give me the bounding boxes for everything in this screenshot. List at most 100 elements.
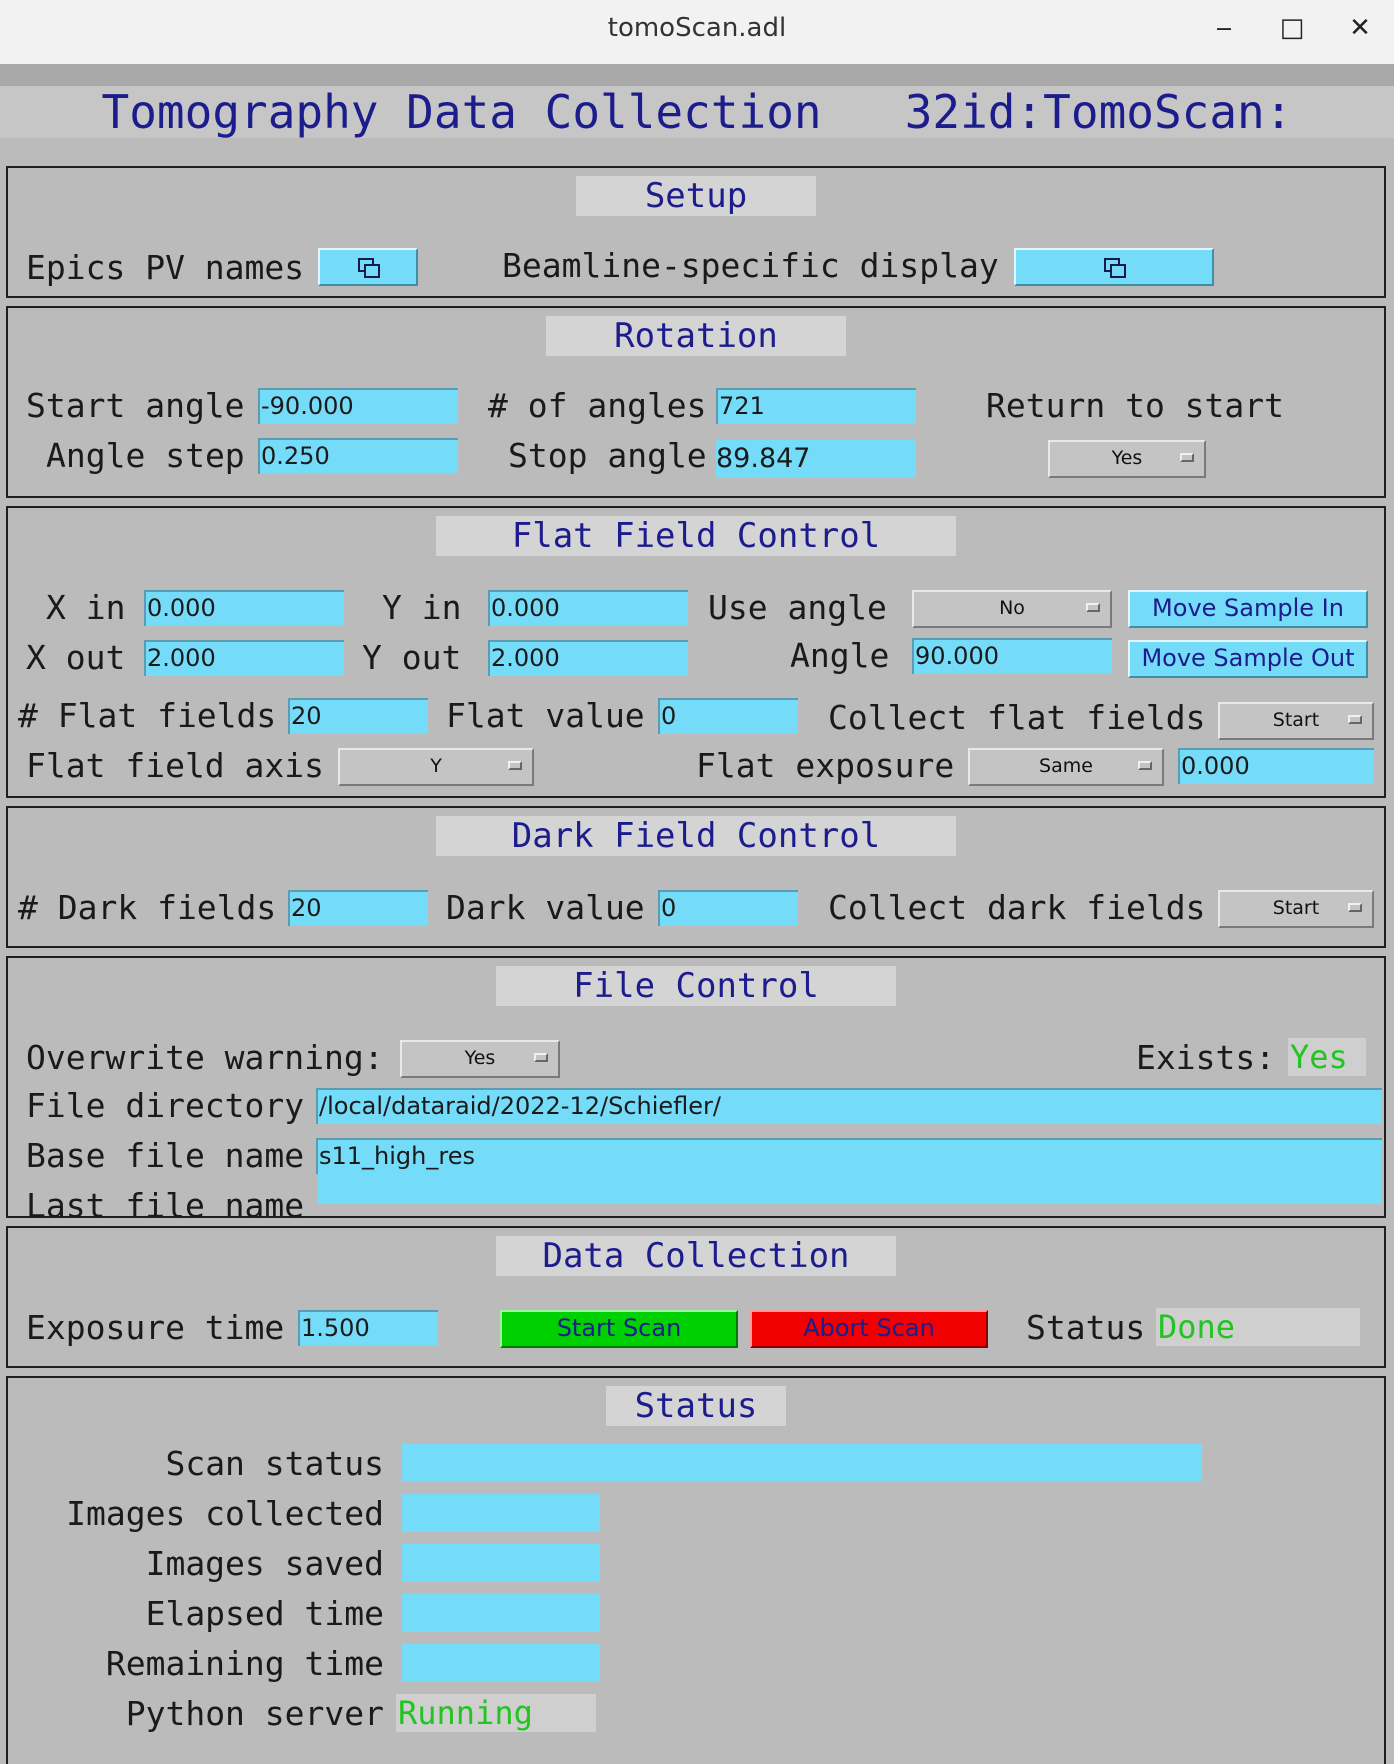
flat-value-label: Flat value: [446, 696, 645, 735]
data-collection-heading: Data Collection: [496, 1236, 896, 1276]
scan-status-label: Scan status: [165, 1444, 384, 1483]
data-collection-section: Data Collection Exposure time 1.500 Star…: [6, 1226, 1386, 1368]
start-angle-input[interactable]: -90.000: [258, 388, 458, 424]
close-icon[interactable]: ✕: [1340, 10, 1380, 46]
pv-prefix: 32id:TomoScan:: [904, 85, 1293, 139]
return-to-start-menu[interactable]: Yes: [1048, 440, 1206, 478]
num-angles-label: # of angles: [488, 386, 707, 425]
last-file-name-value: [318, 1170, 1382, 1204]
file-control-heading: File Control: [496, 966, 896, 1006]
page-title-text: Tomography Data Collection: [101, 85, 822, 139]
remaining-time-label: Remaining time: [105, 1644, 384, 1683]
dark-value-input[interactable]: 0: [658, 890, 798, 926]
y-in-label: Y in: [382, 588, 462, 627]
images-saved-label: Images saved: [145, 1544, 384, 1583]
menu-indicator-icon: [1348, 903, 1362, 912]
move-sample-in-button[interactable]: Move Sample In: [1128, 590, 1368, 628]
return-to-start-value: Yes: [1111, 447, 1143, 469]
abort-scan-button[interactable]: Abort Scan: [750, 1310, 988, 1348]
scan-status-value: [402, 1444, 1202, 1482]
collect-dark-fields-value: Start: [1272, 897, 1320, 919]
elapsed-time-value: [402, 1594, 600, 1632]
return-to-start-label: Return to start: [986, 386, 1285, 425]
minimize-icon[interactable]: ‒: [1204, 10, 1244, 46]
flat-field-axis-value: Y: [430, 755, 442, 777]
menu-indicator-icon: [1086, 603, 1100, 612]
related-display-icon: [358, 258, 380, 278]
use-angle-value: No: [999, 597, 1025, 619]
flat-exposure-menu[interactable]: Same: [968, 748, 1164, 786]
num-dark-fields-input[interactable]: 20: [288, 890, 428, 926]
page-title: Tomography Data Collection 32id:TomoScan…: [0, 86, 1394, 138]
num-flat-fields-label: # Flat fields: [18, 696, 277, 735]
elapsed-time-label: Elapsed time: [145, 1594, 384, 1633]
images-saved-value: [402, 1544, 600, 1582]
angle-label: Angle: [790, 636, 890, 675]
dark-field-section: Dark Field Control # Dark fields 20 Dark…: [6, 806, 1386, 948]
overwrite-warning-value: Yes: [464, 1047, 496, 1069]
python-server-label: Python server: [125, 1694, 384, 1733]
status-section: Status Scan status Images collected Imag…: [6, 1376, 1386, 1764]
stop-angle-value: 89.847: [716, 440, 916, 478]
collect-dark-fields-label: Collect dark fields: [828, 888, 1206, 927]
menu-indicator-icon: [1180, 453, 1194, 462]
exists-label: Exists:: [1136, 1038, 1276, 1077]
angle-input[interactable]: 90.000: [912, 638, 1112, 674]
menu-indicator-icon: [534, 1053, 548, 1062]
header-band: [0, 64, 1394, 86]
file-directory-input[interactable]: /local/dataraid/2022-12/Schiefler/: [316, 1088, 1382, 1124]
x-in-label: X in: [46, 588, 126, 627]
overwrite-warning-menu[interactable]: Yes: [400, 1040, 560, 1078]
collection-status-value: Done: [1156, 1308, 1360, 1346]
num-angles-input[interactable]: 721: [716, 388, 916, 424]
angle-step-input[interactable]: 0.250: [258, 438, 458, 474]
start-scan-button[interactable]: Start Scan: [500, 1310, 738, 1348]
beamline-display-button[interactable]: [1014, 248, 1214, 286]
menu-indicator-icon: [508, 761, 522, 770]
y-out-input[interactable]: 2.000: [488, 640, 688, 676]
x-out-label: X out: [26, 638, 126, 677]
collect-dark-fields-menu[interactable]: Start: [1218, 890, 1374, 928]
y-in-input[interactable]: 0.000: [488, 590, 688, 626]
images-collected-label: Images collected: [66, 1494, 384, 1533]
flat-value-input[interactable]: 0: [658, 698, 798, 734]
collect-flat-fields-menu[interactable]: Start: [1218, 702, 1374, 740]
maximize-icon[interactable]: □: [1272, 10, 1312, 46]
rotation-section: Rotation Start angle -90.000 # of angles…: [6, 306, 1386, 498]
num-dark-fields-label: # Dark fields: [18, 888, 277, 927]
use-angle-menu[interactable]: No: [912, 590, 1112, 628]
dark-value-label: Dark value: [446, 888, 645, 927]
move-sample-out-button[interactable]: Move Sample Out: [1128, 640, 1368, 678]
flat-field-section: Flat Field Control X in 0.000 Y in 0.000…: [6, 506, 1386, 798]
base-file-name-input[interactable]: s11_high_res: [316, 1138, 1382, 1174]
x-out-input[interactable]: 2.000: [144, 640, 344, 676]
overwrite-warning-label: Overwrite warning:: [26, 1038, 384, 1077]
angle-step-label: Angle step: [46, 436, 245, 475]
x-in-input[interactable]: 0.000: [144, 590, 344, 626]
start-angle-label: Start angle: [26, 386, 245, 425]
flat-exposure-input[interactable]: 0.000: [1178, 748, 1374, 784]
exposure-time-input[interactable]: 1.500: [298, 1310, 438, 1346]
epics-pv-names-button[interactable]: [318, 248, 418, 286]
window-titlebar: tomoScan.adl ‒ □ ✕: [0, 0, 1394, 65]
remaining-time-value: [402, 1644, 600, 1682]
setup-section: Setup Epics PV names Beamline-specific d…: [6, 166, 1386, 298]
dark-field-heading: Dark Field Control: [436, 816, 956, 856]
flat-field-axis-label: Flat field axis: [26, 746, 325, 785]
rotation-heading: Rotation: [546, 316, 846, 356]
flat-field-axis-menu[interactable]: Y: [338, 748, 534, 786]
setup-heading: Setup: [576, 176, 816, 216]
collection-status-label: Status: [1026, 1308, 1146, 1347]
stop-angle-label: Stop angle: [508, 436, 707, 475]
beamline-display-label: Beamline-specific display: [502, 246, 999, 285]
images-collected-value: [402, 1494, 600, 1532]
use-angle-label: Use angle: [708, 588, 887, 627]
status-heading: Status: [606, 1386, 786, 1426]
epics-pv-names-label: Epics PV names: [26, 248, 305, 287]
file-control-section: File Control Overwrite warning: Yes Exis…: [6, 956, 1386, 1225]
flat-exposure-mode-value: Same: [1039, 755, 1093, 777]
num-flat-fields-input[interactable]: 20: [288, 698, 428, 734]
python-server-value: Running: [396, 1694, 596, 1732]
exists-value: Yes: [1288, 1038, 1366, 1076]
flat-exposure-label: Flat exposure: [696, 746, 955, 785]
